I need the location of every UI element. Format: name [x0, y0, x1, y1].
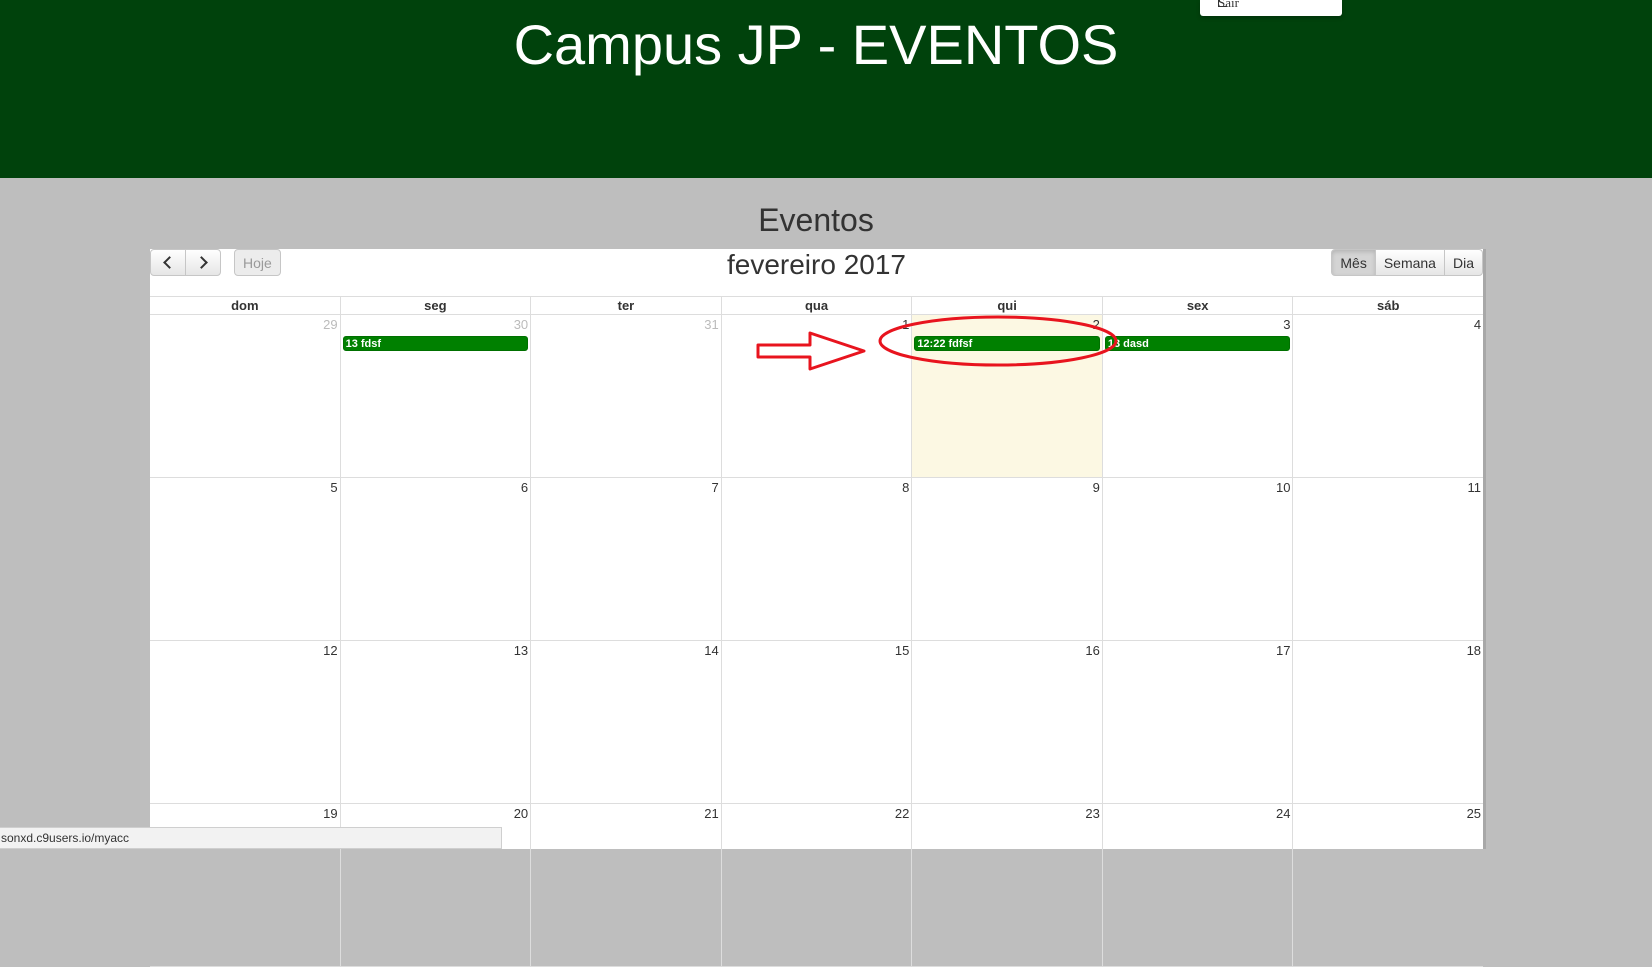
day-cell[interactable]: 15 [720, 641, 912, 803]
day-number: 29 [323, 317, 338, 332]
day-number: 9 [1092, 480, 1100, 495]
day-cell[interactable]: 22 [720, 804, 912, 966]
day-cell[interactable]: 14 [530, 641, 721, 803]
day-number: 5 [330, 480, 338, 495]
day-number: 17 [1276, 643, 1291, 658]
site-header: Campus JP - EVENTOS Sair [0, 0, 1652, 178]
day-cell[interactable]: 11 [1292, 478, 1483, 640]
week-row: 5 6 7 8 9 10 11 [150, 478, 1483, 641]
weekday-header-row: dom seg ter qua qui sex sáb [150, 297, 1483, 315]
week-row: 12 13 14 15 16 17 18 [150, 641, 1483, 804]
day-number: 31 [704, 317, 719, 332]
day-cell[interactable]: 21 [530, 804, 721, 966]
day-number: 7 [711, 480, 719, 495]
week-row: 29 30 13 fdsf 31 1 2 12:22 fdfsf 3 13 da… [150, 315, 1483, 478]
calendar-event[interactable]: 13 fdsf [342, 336, 529, 351]
day-cell[interactable]: 23 [911, 804, 1102, 966]
logout-menu-item[interactable]: Sair [1218, 0, 1239, 11]
day-number: 19 [323, 806, 338, 821]
view-week-button[interactable]: Semana [1374, 249, 1445, 276]
section-title: Eventos [758, 202, 874, 238]
day-number: 15 [894, 643, 910, 658]
day-cell[interactable]: 4 [1292, 315, 1483, 477]
day-cell[interactable]: 31 [530, 315, 721, 477]
view-month-button[interactable]: Mês [1331, 249, 1376, 276]
user-dropdown-menu: Sair [1200, 0, 1342, 16]
day-number: 24 [1276, 806, 1291, 821]
day-number: 20 [513, 806, 529, 821]
page-scrollbar[interactable] [1483, 249, 1486, 849]
day-number: 2 [1092, 317, 1100, 332]
day-number: 16 [1085, 643, 1100, 658]
day-number: 12 [323, 643, 338, 658]
day-cell[interactable]: 29 [150, 315, 340, 477]
day-cell[interactable]: 16 [911, 641, 1102, 803]
day-number: 11 [1467, 480, 1482, 495]
day-cell[interactable]: 24 [1101, 804, 1293, 966]
day-cell[interactable]: 30 13 fdsf [339, 315, 531, 477]
view-day-button[interactable]: Dia [1443, 249, 1483, 276]
day-cell[interactable]: 9 [911, 478, 1102, 640]
view-button-group: Mês Semana Dia [1331, 249, 1483, 276]
calendar-event[interactable]: 12:22 fdfsf [914, 336, 1100, 351]
day-cell[interactable]: 6 [339, 478, 531, 640]
day-number: 6 [520, 480, 529, 495]
weekday-header: seg [339, 297, 531, 314]
day-cell[interactable]: 5 [150, 478, 340, 640]
day-number: 4 [1473, 317, 1482, 332]
day-cell[interactable]: 10 [1101, 478, 1293, 640]
day-number: 18 [1466, 643, 1482, 658]
month-grid: dom seg ter qua qui sex sáb 29 30 13 fds… [150, 296, 1483, 967]
day-number: 14 [704, 643, 719, 658]
day-number: 3 [1283, 317, 1291, 332]
calendar-toolbar: Hoje fevereiro 2017 Mês Semana Dia [150, 249, 1483, 295]
weekday-header: qui [911, 297, 1102, 314]
day-number: 23 [1085, 806, 1100, 821]
weekday-header: ter [530, 297, 721, 314]
day-cell[interactable]: 13 [339, 641, 531, 803]
weekday-header: qua [720, 297, 912, 314]
day-number: 30 [513, 317, 529, 332]
day-number: 25 [1466, 806, 1482, 821]
day-cell[interactable]: 8 [720, 478, 912, 640]
day-number: 1 [902, 317, 910, 332]
day-cell[interactable]: 18 [1292, 641, 1483, 803]
logout-icon [1218, 0, 1227, 7]
status-bar-url: sonxd.c9users.io/myacc [0, 827, 502, 849]
day-cell[interactable]: 25 [1292, 804, 1483, 966]
day-number: 21 [704, 806, 719, 821]
day-cell[interactable]: 17 [1101, 641, 1293, 803]
day-number: 13 [513, 643, 529, 658]
weekday-header: dom [231, 298, 259, 313]
day-cell-today[interactable]: 2 12:22 fdfsf [911, 315, 1102, 477]
day-number: 10 [1276, 480, 1291, 495]
calendar-title: fevereiro 2017 [726, 249, 906, 280]
day-cell[interactable]: 7 [530, 478, 721, 640]
day-number: 22 [894, 806, 910, 821]
day-number: 8 [902, 480, 910, 495]
day-cell[interactable]: 1 [720, 315, 912, 477]
weekday-header: sáb [1292, 297, 1483, 314]
site-title: Campus JP - EVENTOS [513, 13, 1119, 76]
day-cell[interactable]: 12 [150, 641, 340, 803]
calendar: Hoje fevereiro 2017 Mês Semana Dia dom s… [150, 249, 1483, 967]
calendar-event[interactable]: 13 dasd [1104, 336, 1291, 351]
weekday-header: sex [1101, 297, 1293, 314]
day-cell[interactable]: 3 13 dasd [1101, 315, 1293, 477]
